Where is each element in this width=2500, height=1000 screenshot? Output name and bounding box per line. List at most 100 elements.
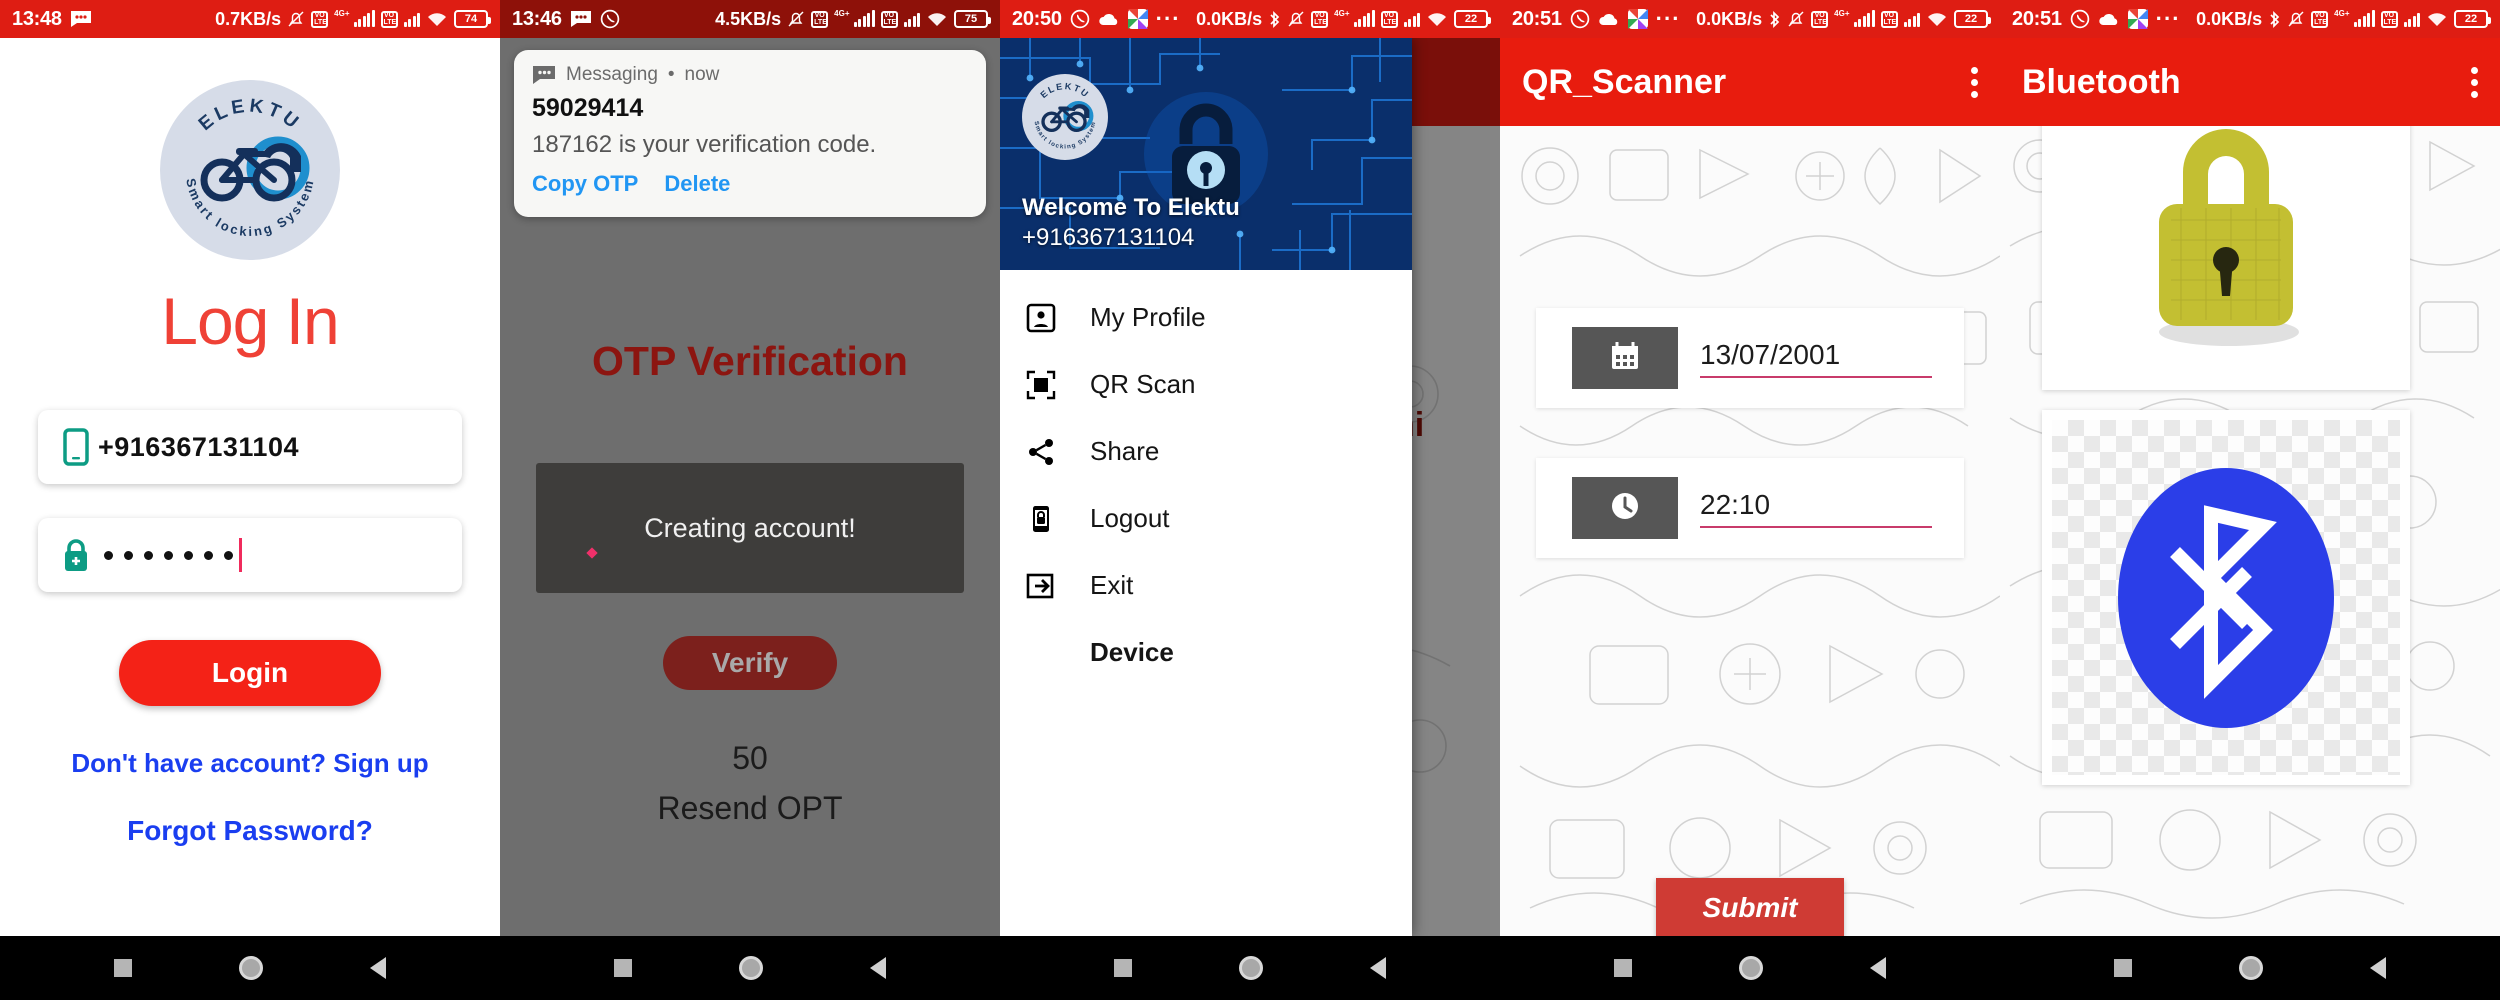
recents-button-icon[interactable] [2113, 959, 2132, 977]
signup-link[interactable]: Don't have account? Sign up [71, 748, 428, 779]
drawer-content: ni [1000, 38, 1500, 936]
volte-icon-2: VO LTE [380, 10, 398, 28]
notification-header: Messaging • now [532, 64, 968, 86]
home-button-icon[interactable] [738, 956, 763, 980]
back-button-icon[interactable] [870, 957, 887, 979]
volte-icon-1: VO LTE [1811, 10, 1829, 28]
otp-notification[interactable]: Messaging • now 59029414 187162 is your … [514, 50, 986, 217]
back-button-icon[interactable] [370, 957, 387, 979]
status-bar-qr: 20:51 ··· 0.0KB/s VO LTE 4G+ VO LTE 22 [1500, 0, 2000, 38]
navigation-bar-4 [1500, 936, 2000, 1000]
share-icon [1026, 437, 1090, 467]
calendar-icon-button[interactable] [1572, 327, 1678, 389]
mute-bell-icon [1287, 10, 1305, 28]
exit-icon [1026, 571, 1090, 601]
more-notifications-icon: ··· [1655, 6, 1681, 31]
drawer-item-label: QR Scan [1090, 369, 1196, 399]
status-net-speed: 4.5KB/s [715, 8, 782, 29]
messaging-icon [570, 10, 592, 28]
bluetooth-content: Bluetooth [2000, 38, 2500, 936]
navigation-bar-3 [1000, 936, 1500, 1000]
time-input[interactable]: 22:10 [1700, 489, 1932, 528]
notification-app-name: Messaging [566, 64, 658, 85]
home-button-icon[interactable] [1238, 956, 1263, 980]
signal-bars-1 [853, 10, 875, 27]
screen-navigation-drawer: 20:50 ··· 0.0KB/s VO LTE 4G+ VO LTE 22 E… [1000, 0, 1500, 1000]
otp-page-title: OTP Verification [592, 338, 908, 384]
home-button-icon[interactable] [1738, 956, 1763, 980]
otp-content: Signup Messaging • now 59029414 187162 i… [500, 38, 1000, 1000]
back-button-icon[interactable] [1870, 957, 1887, 979]
resend-otp-link[interactable]: Resend OPT [500, 790, 1000, 827]
screen-qr-scanner: 20:51 ··· 0.0KB/s VO LTE 4G+ VO LTE 22 Q… [1500, 0, 2000, 1000]
network-type-label: 4G+ [334, 8, 350, 18]
home-button-icon[interactable] [2238, 956, 2263, 980]
notification-separator: • [667, 64, 675, 85]
screen-bluetooth: 20:51 ··· 0.0KB/s VO LTE 4G+ VO LTE 22 B… [2000, 0, 2500, 1000]
phone-input-field[interactable]: +916367131104 [38, 410, 462, 484]
drawer-item-label: Share [1090, 436, 1160, 466]
home-button-icon[interactable] [238, 956, 263, 980]
volte-icon-1: VO LTE [811, 10, 829, 28]
battery-indicator: 22 [2454, 10, 2491, 28]
login-button[interactable]: Login [119, 640, 381, 706]
overflow-menu-icon[interactable] [1971, 66, 1978, 98]
drawer-item-device[interactable]: Device [1000, 619, 1412, 686]
drawer-item-label: Exit [1090, 570, 1134, 600]
qr-form: 13/07/2001 22:10 Submit [1536, 308, 1964, 936]
date-row: 13/07/2001 [1536, 308, 1964, 408]
drawer-welcome-text: Welcome To Elektu [1022, 194, 1240, 221]
bluetooth-logo-card[interactable] [2042, 410, 2410, 785]
password-input-field[interactable] [38, 518, 462, 592]
wifi-icon [1426, 11, 1448, 28]
overflow-menu-icon[interactable] [2471, 66, 2478, 98]
status-time: 20:50 [1012, 7, 1062, 30]
network-type-label: 4G+ [1334, 8, 1350, 18]
recents-button-icon[interactable] [1113, 959, 1132, 977]
status-bar-bluetooth: 20:51 ··· 0.0KB/s VO LTE 4G+ VO LTE 22 [2000, 0, 2500, 38]
gallery-app-icon [2127, 9, 2148, 29]
forgot-password-link[interactable]: Forgot Password? [127, 815, 373, 847]
mute-bell-icon [2287, 10, 2305, 28]
recents-button-icon[interactable] [613, 959, 632, 977]
more-notifications-icon: ··· [1155, 6, 1181, 31]
volte-icon-1: VO LTE [311, 10, 329, 28]
clock-icon-button[interactable] [1572, 477, 1678, 539]
qr-toolbar: QR_Scanner [1500, 38, 2000, 126]
account-box-icon [1026, 303, 1090, 333]
bluetooth-status-icon [2268, 10, 2281, 29]
signal-bars-1 [2353, 10, 2375, 27]
drawer-item-exit[interactable]: Exit [1000, 552, 1412, 619]
lock-icon [54, 536, 98, 574]
gallery-app-icon [1627, 9, 1648, 29]
date-input[interactable]: 13/07/2001 [1700, 339, 1932, 378]
battery-indicator: 22 [1954, 10, 1991, 28]
drawer-menu-list: My Profile QR Scan Share Logout Exit Dev… [1000, 270, 1412, 686]
drawer-item-qr-scan[interactable]: QR Scan [1000, 351, 1412, 418]
recents-button-icon[interactable] [113, 959, 132, 977]
page-title: Log In [161, 284, 339, 358]
mute-bell-icon [1787, 10, 1805, 28]
back-button-icon[interactable] [1370, 957, 1387, 979]
notification-time: now [684, 64, 720, 85]
recents-button-icon[interactable] [1613, 959, 1632, 977]
whatsapp-icon [1570, 9, 1590, 29]
drawer-item-my-profile[interactable]: My Profile [1000, 284, 1412, 351]
drawer-item-logout[interactable]: Logout [1000, 485, 1412, 552]
progress-dot-icon [586, 547, 598, 559]
status-time: 13:46 [512, 7, 562, 30]
signal-bars-2 [1403, 11, 1420, 27]
back-button-icon[interactable] [2370, 957, 2387, 979]
bluetooth-logo-icon [2118, 467, 2334, 728]
delete-notification-button[interactable]: Delete [664, 171, 730, 197]
status-bar-login: 13:48 0.7KB/s VO LTE 4G+ VO LTE 74 [0, 0, 500, 38]
volte-icon-2: VO LTE [1880, 10, 1898, 28]
screen-login: 13:48 0.7KB/s VO LTE 4G+ VO LTE 74 ELEKT… [0, 0, 500, 1000]
drawer-item-share[interactable]: Share [1000, 418, 1412, 485]
submit-button[interactable]: Submit [1656, 878, 1844, 936]
verify-button[interactable]: Verify [663, 636, 837, 690]
svg-text:ELEKTU: ELEKTU [195, 95, 305, 135]
battery-indicator: 75 [954, 10, 991, 28]
copy-otp-button[interactable]: Copy OTP [532, 171, 638, 197]
signal-bars-1 [353, 10, 375, 27]
